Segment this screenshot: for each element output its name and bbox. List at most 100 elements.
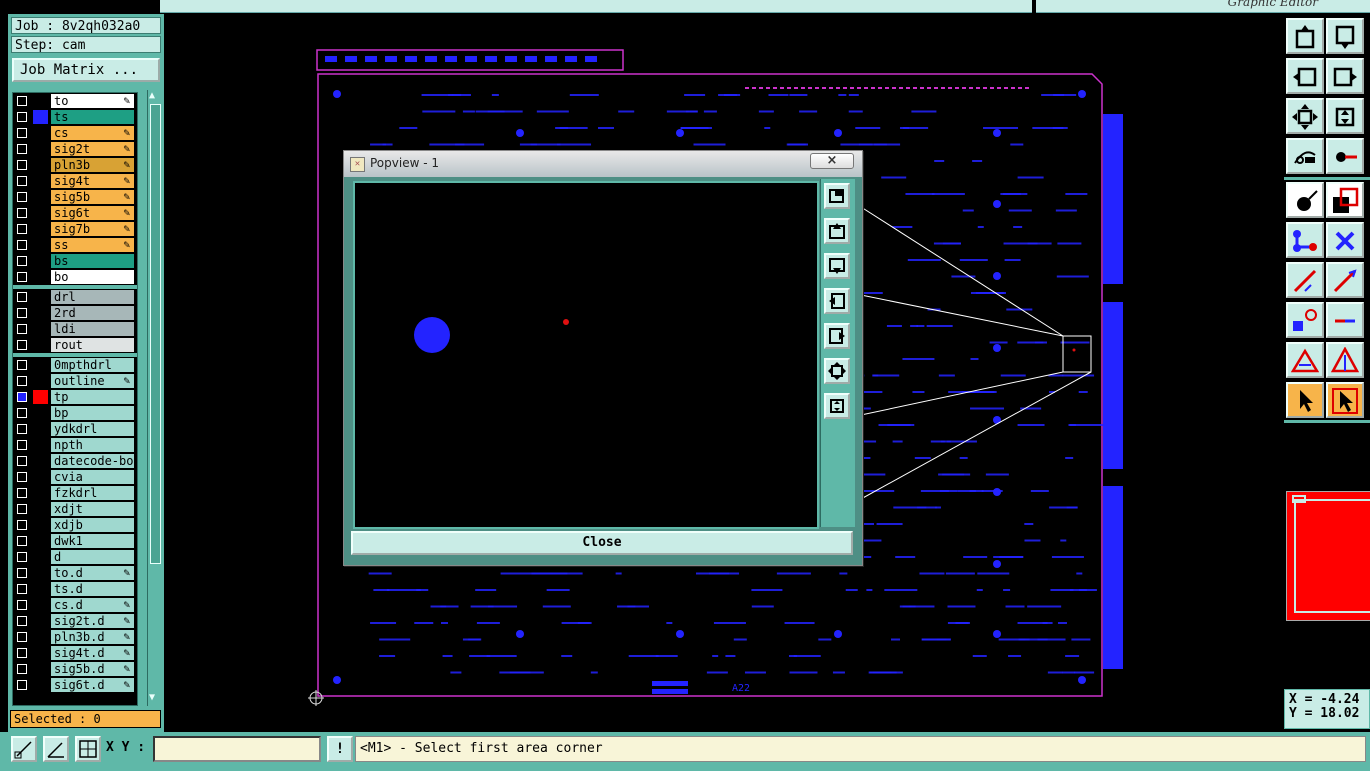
layer-affected-checkbox[interactable] — [17, 488, 27, 498]
layer-row[interactable]: ldi — [13, 321, 137, 337]
layer-affected-checkbox[interactable] — [17, 632, 27, 642]
angle-mode-icon-button[interactable] — [43, 736, 69, 762]
layer-display-swatch[interactable] — [33, 454, 48, 468]
layer-row[interactable]: xdjt — [13, 501, 137, 517]
layer-row[interactable]: dwk1 — [13, 533, 137, 549]
layer-display-swatch[interactable] — [33, 630, 48, 644]
layer-row[interactable]: 2rd — [13, 305, 137, 321]
layer-name[interactable]: rout — [51, 338, 134, 352]
popview-titlebar[interactable]: ✕ Popview - 1 × — [344, 151, 862, 177]
layer-affected-checkbox[interactable] — [17, 376, 27, 386]
layer-display-swatch[interactable] — [33, 94, 48, 108]
layer-display-swatch[interactable] — [33, 518, 48, 532]
layer-display-swatch[interactable] — [33, 110, 48, 124]
layer-name[interactable]: sig4t.d ✎ — [51, 646, 134, 660]
layer-affected-checkbox[interactable] — [17, 616, 27, 626]
layer-name[interactable]: tp — [51, 390, 134, 404]
layer-name[interactable]: xdjb — [51, 518, 134, 532]
layer-display-swatch[interactable] — [33, 614, 48, 628]
select-area-button[interactable] — [1326, 382, 1364, 418]
layer-display-swatch[interactable] — [33, 662, 48, 676]
layer-row[interactable]: drl — [13, 289, 137, 305]
layer-row[interactable]: cs.d ✎ — [13, 597, 137, 613]
layer-display-swatch[interactable] — [33, 406, 48, 420]
layer-display-swatch[interactable] — [33, 438, 48, 452]
layer-affected-checkbox[interactable] — [17, 552, 27, 562]
connect-nodes-button[interactable] — [1286, 222, 1324, 258]
layer-name[interactable]: 0mpthdrl — [51, 358, 134, 372]
layer-display-swatch[interactable] — [33, 238, 48, 252]
layer-affected-checkbox[interactable] — [17, 160, 27, 170]
layer-name[interactable]: cs.d ✎ — [51, 598, 134, 612]
pan-left-button[interactable] — [1286, 58, 1324, 94]
layer-display-swatch[interactable] — [33, 206, 48, 220]
layer-list-scrollbar[interactable]: ▲ ▼ — [147, 90, 162, 706]
layer-row[interactable]: rout — [13, 337, 137, 353]
layer-affected-checkbox[interactable] — [17, 128, 27, 138]
layer-row[interactable]: bs — [13, 253, 137, 269]
scroll-thumb[interactable] — [150, 104, 161, 564]
layer-row[interactable]: outline ✎ — [13, 373, 137, 389]
layer-affected-checkbox[interactable] — [17, 240, 27, 250]
layer-row[interactable]: ydkdrl — [13, 421, 137, 437]
layer-affected-checkbox[interactable] — [17, 292, 27, 302]
layer-display-swatch[interactable] — [33, 306, 48, 320]
layer-display-swatch[interactable] — [33, 550, 48, 564]
layer-row[interactable]: sig4t.d ✎ — [13, 645, 137, 661]
layer-affected-checkbox[interactable] — [17, 408, 27, 418]
layer-display-swatch[interactable] — [33, 190, 48, 204]
add-arc-button[interactable] — [1326, 262, 1364, 298]
zoom-out-button[interactable] — [1286, 98, 1324, 134]
layer-affected-checkbox[interactable] — [17, 440, 27, 450]
popview-pan-right-button[interactable] — [824, 323, 850, 349]
layer-display-swatch[interactable] — [33, 598, 48, 612]
layer-row[interactable]: pln3b ✎ — [13, 157, 137, 173]
layer-name[interactable]: sig6t ✎ — [51, 206, 134, 220]
layer-row[interactable]: ts.d — [13, 581, 137, 597]
popview-close-button[interactable]: Close — [351, 531, 853, 555]
layer-row[interactable]: to ✎ — [13, 93, 137, 109]
layer-name[interactable]: xdjt — [51, 502, 134, 516]
pan-down-button[interactable] — [1326, 18, 1364, 54]
popview-canvas[interactable] — [353, 181, 819, 529]
layer-row[interactable]: sig5b.d ✎ — [13, 661, 137, 677]
layer-name[interactable]: ts.d — [51, 582, 134, 596]
layer-row[interactable]: bp — [13, 405, 137, 421]
layer-display-swatch[interactable] — [33, 374, 48, 388]
layer-row[interactable]: cs ✎ — [13, 125, 137, 141]
layer-affected-checkbox[interactable] — [17, 192, 27, 202]
layer-display-swatch[interactable] — [33, 678, 48, 692]
layer-display-swatch[interactable] — [33, 158, 48, 172]
scroll-down-icon[interactable]: ▼ — [149, 692, 155, 703]
layer-name[interactable]: dwk1 — [51, 534, 134, 548]
layer-row[interactable]: d — [13, 549, 137, 565]
layer-display-swatch[interactable] — [33, 338, 48, 352]
layer-name[interactable]: pln3b ✎ — [51, 158, 134, 172]
popview-zoom-window-button[interactable] — [824, 183, 850, 209]
layer-name[interactable]: ss ✎ — [51, 238, 134, 252]
layer-name[interactable]: sig6t.d ✎ — [51, 678, 134, 692]
layer-name[interactable]: bo — [51, 270, 134, 284]
layer-name[interactable]: drl — [51, 290, 134, 304]
layer-affected-checkbox[interactable] — [17, 520, 27, 530]
layer-name[interactable]: sig4t ✎ — [51, 174, 134, 188]
layer-name[interactable]: fzkdrl — [51, 486, 134, 500]
add-surface-button[interactable] — [1326, 182, 1364, 218]
layer-display-swatch[interactable] — [33, 646, 48, 660]
layer-affected-checkbox[interactable] — [17, 340, 27, 350]
layer-name[interactable]: outline ✎ — [51, 374, 134, 388]
layer-name[interactable]: npth — [51, 438, 134, 452]
layer-name[interactable]: to ✎ — [51, 94, 134, 108]
job-matrix-button[interactable]: Job Matrix ... — [12, 58, 160, 82]
layer-affected-checkbox[interactable] — [17, 308, 27, 318]
layer-affected-checkbox[interactable] — [17, 536, 27, 546]
layer-affected-checkbox[interactable] — [17, 112, 27, 122]
layer-affected-checkbox[interactable] — [17, 208, 27, 218]
layer-row[interactable]: sig5b ✎ — [13, 189, 137, 205]
overview-minimap[interactable] — [1286, 491, 1370, 621]
layer-name[interactable]: d — [51, 550, 134, 564]
layer-affected-checkbox[interactable] — [17, 392, 27, 402]
snap-mode-icon-button[interactable] — [11, 736, 37, 762]
layer-display-swatch[interactable] — [33, 390, 48, 404]
layer-row[interactable]: ss ✎ — [13, 237, 137, 253]
